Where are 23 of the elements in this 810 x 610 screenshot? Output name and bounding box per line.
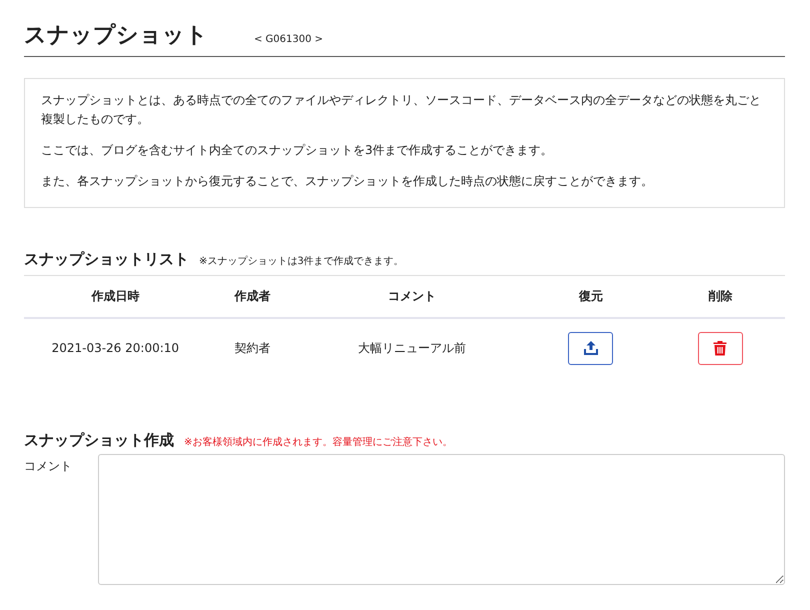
restore-button[interactable]: [568, 332, 614, 364]
column-header: 作成日時: [24, 276, 207, 318]
table-cell: 2021-03-26 20:00:10: [52, 341, 180, 355]
info-text: スナップショットとは、ある時点での全てのファイルやディレクトリ、ソースコード、データベース内の全データなどの状態を丸ごと複製したものです。: [41, 92, 762, 128]
comment-field[interactable]: [98, 454, 785, 585]
info-text: ここでは、ブログを含むサイト内全てのスナップショットを3件まで作成することができます。: [41, 142, 554, 159]
table-cell: 契約者: [234, 340, 270, 354]
comment-label: コメント: [24, 458, 72, 475]
screen-code: < G061300 >: [254, 34, 324, 45]
section-note: ※スナップショットは3件まで作成できます。: [199, 254, 404, 268]
page-title: スナップショット: [24, 22, 208, 50]
column-header: コメント: [298, 276, 526, 318]
delete-button[interactable]: [698, 332, 743, 364]
table-cell: 大幅リニューアル前: [358, 340, 466, 354]
section-title: スナップショットリスト: [24, 250, 189, 269]
column-header: 削除: [656, 276, 785, 318]
column-header: 作成者: [206, 276, 298, 318]
column-header: 復元: [526, 276, 656, 318]
warning-text: ※お客様領域内に作成されます。容量管理にご注意下さい。: [184, 436, 452, 449]
section-title: スナップショット作成: [24, 431, 174, 450]
upload-icon: [582, 340, 599, 356]
info-text: また、各スナップショットから復元することで、スナップショットを作成した時点の状態に戻すことができます。: [41, 173, 654, 190]
trash-icon: [713, 340, 728, 356]
